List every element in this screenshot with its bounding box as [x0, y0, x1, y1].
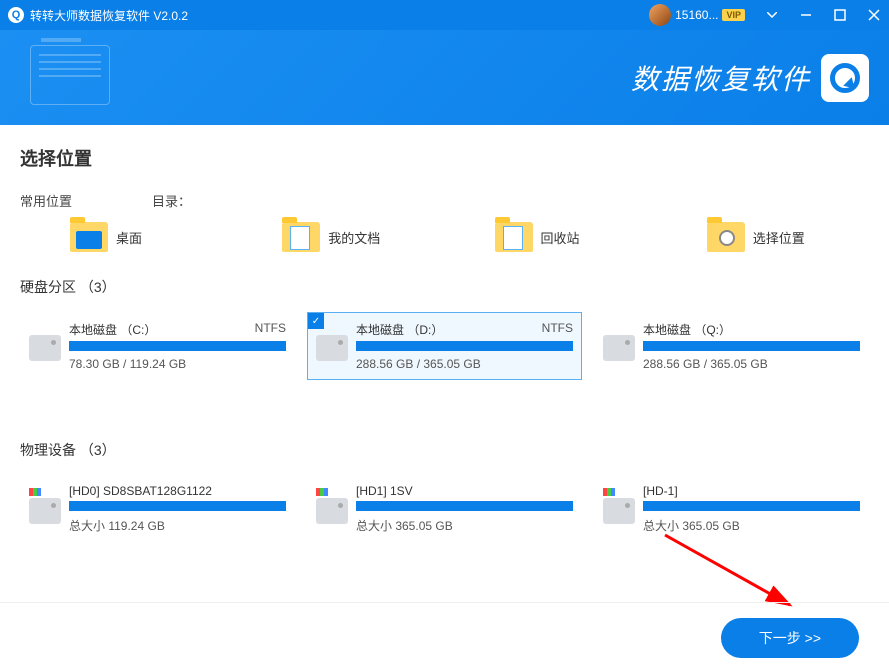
vip-badge: VIP: [722, 9, 745, 21]
partition-name: 本地磁盘 （D:）: [356, 321, 443, 338]
device-size: 总大小 365.05 GB: [643, 517, 860, 534]
folder-browse-icon: [707, 222, 745, 252]
partition-d[interactable]: 本地磁盘 （D:） NTFS 288.56 GB / 365.05 GB: [307, 312, 582, 380]
common-header-row: 常用位置 目录：: [20, 191, 869, 210]
banner: 数据恢复软件: [0, 30, 889, 125]
location-label: 选择位置: [753, 228, 805, 247]
partition-size: 288.56 GB / 365.05 GB: [643, 357, 860, 371]
banner-decoration-icon: [30, 45, 110, 105]
devices-row: [HD0] SD8SBAT128G1122 总大小 119.24 GB [HD1…: [20, 475, 869, 543]
disk-icon: [316, 335, 348, 361]
location-desktop[interactable]: 桌面: [20, 222, 232, 252]
partition-c[interactable]: 本地磁盘 （C:） NTFS 78.30 GB / 119.24 GB: [20, 312, 295, 380]
partitions-header: 硬盘分区 （3）: [20, 277, 869, 297]
common-locations-label: 常用位置: [20, 191, 72, 210]
folder-desktop-icon: [70, 222, 108, 252]
device-size: 总大小 365.05 GB: [356, 517, 573, 534]
partition-name: 本地磁盘 （Q:）: [643, 321, 731, 338]
minimize-button[interactable]: [799, 8, 813, 22]
dropdown-icon[interactable]: [765, 8, 779, 22]
device-hd0[interactable]: [HD0] SD8SBAT128G1122 总大小 119.24 GB: [20, 475, 295, 543]
device-hd-1[interactable]: [HD-1] 总大小 365.05 GB: [594, 475, 869, 543]
device-name: [HD-1]: [643, 484, 678, 498]
partitions-row: 本地磁盘 （C:） NTFS 78.30 GB / 119.24 GB 本地磁盘…: [20, 312, 869, 380]
location-label: 桌面: [116, 228, 142, 247]
brand-logo-icon: [821, 54, 869, 102]
device-name: [HD1] 1SV: [356, 484, 413, 498]
disk-icon: [29, 335, 61, 361]
usage-bar: [69, 341, 286, 351]
avatar-icon: [649, 4, 671, 26]
folder-documents-icon: [282, 222, 320, 252]
location-documents[interactable]: 我的文档: [232, 222, 444, 252]
devices-header: 物理设备 （3）: [20, 440, 869, 460]
page-title: 选择位置: [20, 145, 869, 171]
usage-bar: [356, 501, 573, 511]
usage-bar: [643, 501, 860, 511]
physical-disk-icon: [603, 498, 635, 524]
app-logo-icon: Q: [8, 7, 24, 23]
disk-icon: [603, 335, 635, 361]
titlebar: Q 转转大师数据恢复软件 V2.0.2 15160... VIP: [0, 0, 889, 30]
common-locations-row: 桌面 我的文档 回收站 选择位置: [20, 222, 869, 252]
footer: 下一步 >>: [0, 602, 889, 672]
partition-fs: NTFS: [255, 321, 286, 338]
usage-bar: [69, 501, 286, 511]
app-title: 转转大师数据恢复软件 V2.0.2: [30, 7, 649, 24]
close-button[interactable]: [867, 8, 881, 22]
location-label: 回收站: [541, 228, 580, 247]
partition-fs: NTFS: [542, 321, 573, 338]
usage-bar: [356, 341, 573, 351]
maximize-button[interactable]: [833, 8, 847, 22]
folder-recycle-icon: [495, 222, 533, 252]
location-recycle-bin[interactable]: 回收站: [445, 222, 657, 252]
physical-disk-icon: [316, 498, 348, 524]
device-name: [HD0] SD8SBAT128G1122: [69, 484, 212, 498]
partition-size: 78.30 GB / 119.24 GB: [69, 357, 286, 371]
main-content: 选择位置 常用位置 目录： 桌面 我的文档 回收站 选择位置 硬盘分区 （3）: [0, 125, 889, 543]
window-controls: [765, 8, 881, 22]
device-hd1[interactable]: [HD1] 1SV 总大小 365.05 GB: [307, 475, 582, 543]
user-area[interactable]: 15160... VIP: [649, 4, 745, 26]
physical-disk-icon: [29, 498, 61, 524]
partition-size: 288.56 GB / 365.05 GB: [356, 357, 573, 371]
brand-text: 数据恢复软件: [631, 58, 811, 98]
next-button[interactable]: 下一步 >>: [721, 618, 859, 658]
location-browse[interactable]: 选择位置: [657, 222, 869, 252]
directory-label: 目录：: [152, 191, 191, 210]
usage-bar: [643, 341, 860, 351]
device-size: 总大小 119.24 GB: [69, 517, 286, 534]
user-id: 15160...: [675, 8, 718, 22]
partition-q[interactable]: 本地磁盘 （Q:） 288.56 GB / 365.05 GB: [594, 312, 869, 380]
partition-name: 本地磁盘 （C:）: [69, 321, 156, 338]
location-label: 我的文档: [328, 228, 380, 247]
